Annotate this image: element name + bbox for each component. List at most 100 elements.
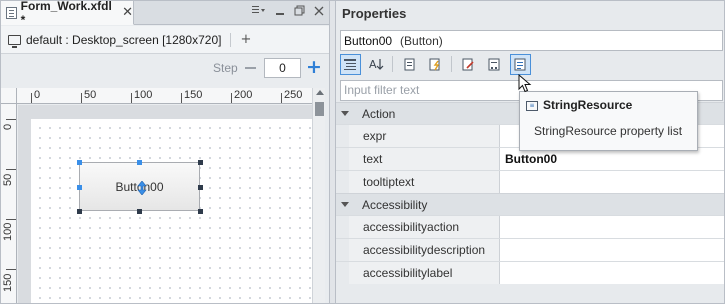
ruler-tick (6, 269, 16, 270)
properties-toolbar: A (336, 52, 724, 76)
ruler-label: 100 (2, 222, 14, 241)
selected-component-type: (Button) (400, 33, 443, 48)
ruler-tick (31, 93, 32, 103)
tooltip-title: StringResource (543, 98, 633, 112)
form-editor-pane: Form_Work.xfdl * ✕ default : Desktop_scr… (1, 1, 330, 303)
property-name: accessibilitydescription (349, 239, 500, 261)
string-resource-icon: ≡ (526, 101, 538, 111)
scroll-up-icon[interactable] (316, 90, 324, 95)
cursor-icon (518, 74, 532, 93)
resize-handle[interactable] (137, 209, 142, 214)
row-gutter (336, 171, 349, 193)
monitor-icon (8, 34, 21, 48)
property-value[interactable] (500, 262, 724, 284)
move-icon (137, 181, 147, 195)
property-name: expr (349, 125, 500, 147)
horizontal-ruler: 0 50 100 150 200 250 (17, 88, 312, 104)
ruler-label: 250 (284, 89, 303, 101)
ruler-label: 0 (34, 89, 41, 101)
group-label: Action (362, 106, 396, 121)
bind-icon[interactable] (484, 54, 505, 75)
collapse-arrow-icon[interactable] (341, 202, 349, 207)
string-resource-icon[interactable] (510, 53, 531, 75)
string-resource-tooltip: ≡ StringResource StringResource property… (519, 91, 698, 151)
scrollbar-thumb[interactable] (315, 102, 324, 116)
row-gutter (336, 125, 349, 147)
edit-icon[interactable] (458, 54, 479, 75)
minimize-icon[interactable] (275, 5, 285, 19)
property-value[interactable] (500, 171, 724, 193)
resize-handle[interactable] (77, 209, 82, 214)
design-canvas: 0 50 100 150 200 250 0 50 100 150 Button… (1, 83, 329, 303)
property-name: text (349, 148, 500, 170)
minus-icon[interactable] (245, 67, 256, 69)
restore-icon[interactable] (294, 5, 305, 19)
vertical-ruler: 0 50 100 150 (1, 104, 17, 303)
ruler-tick (6, 169, 16, 170)
resize-handle[interactable] (77, 160, 82, 165)
page-icon[interactable] (399, 54, 420, 75)
categorized-icon[interactable] (340, 53, 361, 75)
toolbar-separator (451, 56, 452, 72)
property-row[interactable]: accessibilityaction (336, 215, 724, 238)
tab-controls (252, 5, 324, 19)
screen-selector-bar: default : Desktop_screen [1280x720] + (1, 26, 329, 54)
collapse-arrow-icon[interactable] (341, 111, 349, 116)
step-input[interactable]: 0 (264, 58, 301, 78)
row-gutter (336, 239, 349, 261)
divider (230, 32, 232, 47)
screen-selector[interactable]: default : Desktop_screen [1280x720] (26, 33, 221, 47)
property-row[interactable]: accessibilitydescription (336, 238, 724, 261)
ruler-tick (6, 119, 16, 120)
add-screen-button[interactable]: + (240, 32, 251, 47)
ruler-label: 50 (2, 173, 14, 186)
toolbar-separator (392, 56, 393, 72)
ruler-label: 150 (184, 89, 203, 101)
ruler-corner (1, 88, 17, 104)
selected-component-name: Button00 (344, 33, 393, 48)
property-value[interactable] (500, 216, 724, 238)
resize-handle[interactable] (198, 185, 203, 190)
sort-az-icon[interactable]: A (366, 54, 387, 75)
ruler-tick (81, 93, 82, 103)
property-row[interactable]: accessibilitylabel (336, 261, 724, 284)
resize-handle[interactable] (137, 160, 142, 165)
svg-text:A: A (369, 58, 377, 71)
document-icon (6, 6, 17, 19)
close-pane-icon[interactable] (314, 5, 324, 19)
tab-form-work[interactable]: Form_Work.xfdl * ✕ (1, 1, 134, 27)
ruler-tick (231, 93, 232, 103)
property-row[interactable]: tooltiptext (336, 170, 724, 193)
tab-list-icon[interactable] (252, 5, 266, 19)
form-surface[interactable]: Button00 (31, 119, 312, 303)
tab-label: Form_Work.xfdl * (20, 1, 112, 27)
property-name: accessibilityaction (349, 216, 500, 238)
document-tabbar: Form_Work.xfdl * ✕ (1, 1, 329, 27)
design-area: Button00 (18, 105, 312, 303)
ruler-tick (281, 93, 282, 103)
step-label: Step (213, 61, 238, 75)
row-gutter (336, 262, 349, 284)
tooltip-body: StringResource property list (534, 124, 683, 138)
vertical-scrollbar[interactable] (312, 88, 325, 303)
selected-component-field[interactable]: Button00 (Button) (340, 30, 723, 51)
ruler-label: 50 (84, 89, 97, 101)
panel-title: Properties (342, 6, 407, 21)
ruler-label: 150 (2, 273, 14, 292)
row-gutter (336, 216, 349, 238)
property-value[interactable] (500, 239, 724, 261)
resize-handle[interactable] (198, 209, 203, 214)
property-value[interactable]: Button00 (500, 148, 724, 170)
ruler-tick (181, 93, 182, 103)
ruler-tick (6, 219, 16, 220)
group-label: Accessibility (362, 197, 428, 212)
plus-icon[interactable]: + (306, 56, 322, 78)
ruler-tick (131, 93, 132, 103)
ruler-label: 0 (2, 123, 14, 130)
resize-handle[interactable] (77, 185, 82, 190)
group-accessibility[interactable]: Accessibility (336, 193, 724, 215)
close-icon[interactable]: ✕ (122, 6, 133, 19)
row-gutter (336, 148, 349, 170)
event-icon[interactable] (425, 54, 446, 75)
resize-handle[interactable] (198, 160, 203, 165)
